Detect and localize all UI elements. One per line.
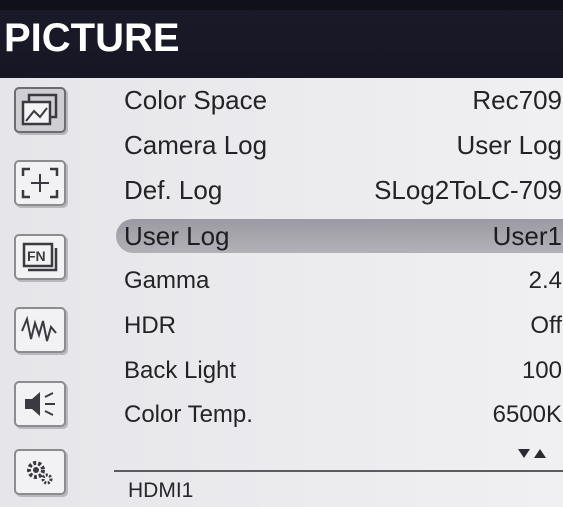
header-top-strip bbox=[0, 0, 563, 10]
sidebar-item-waveform[interactable] bbox=[14, 307, 66, 353]
menu-item-value: 100 bbox=[521, 357, 562, 384]
menu-item-value: 2.4 bbox=[528, 267, 562, 294]
sidebar-item-fn[interactable]: FN bbox=[14, 234, 66, 280]
menu-item-label: HDR bbox=[124, 312, 176, 339]
menu-item-label: Gamma bbox=[124, 267, 210, 294]
picture-icon bbox=[21, 93, 58, 126]
menu-item-gamma[interactable]: Gamma 2.4 bbox=[104, 259, 563, 303]
picture-menu-screen: PICTURE FN Color Space Rec709 Camera Log… bbox=[0, 0, 563, 507]
menu-item-hdr[interactable]: HDR Off bbox=[104, 304, 563, 348]
svg-text:FN: FN bbox=[27, 248, 46, 264]
settings-icon bbox=[27, 461, 53, 485]
sidebar-item-marker[interactable] bbox=[14, 160, 66, 206]
menu-item-label: Camera Log bbox=[124, 130, 268, 160]
footer-divider bbox=[114, 470, 563, 472]
menu-item-value: User1 bbox=[492, 221, 562, 251]
marker-frame-icon bbox=[21, 167, 59, 199]
menu-body: FN Color Space Rec709 Camera Log User Lo… bbox=[0, 78, 563, 507]
menu-item-label: Back Light bbox=[124, 357, 237, 384]
menu-item-label: User Log bbox=[124, 221, 230, 251]
input-source-label: HDMI1 bbox=[128, 479, 194, 502]
waveform-icon bbox=[21, 315, 57, 342]
sidebar-item-audio[interactable] bbox=[14, 381, 66, 427]
menu-item-color-space[interactable]: Color Space Rec709 bbox=[104, 78, 563, 122]
menu-item-label: Def. Log bbox=[124, 175, 223, 205]
menu-item-label: Color Temp. bbox=[124, 401, 253, 428]
menu-header: PICTURE bbox=[0, 0, 563, 78]
scroll-arrows-icon[interactable] bbox=[514, 446, 554, 460]
fn-icon: FN bbox=[22, 242, 58, 272]
menu-item-label: Color Space bbox=[124, 85, 268, 115]
menu-list: Color Space Rec709 Camera Log User Log D… bbox=[104, 78, 563, 468]
menu-item-camera-log[interactable]: Camera Log User Log bbox=[104, 123, 563, 167]
menu-title: PICTURE bbox=[4, 16, 180, 60]
menu-item-color-temp[interactable]: Color Temp. 6500K bbox=[104, 393, 563, 437]
sidebar: FN bbox=[0, 78, 104, 507]
sidebar-item-picture[interactable] bbox=[14, 87, 66, 133]
menu-item-user-log[interactable]: User Log User1 bbox=[104, 214, 563, 258]
menu-item-value: SLog2ToLC-709 bbox=[374, 175, 562, 205]
sidebar-item-settings[interactable] bbox=[14, 449, 66, 495]
menu-item-value: 6500K bbox=[492, 401, 562, 428]
menu-item-value: Rec709 bbox=[472, 85, 562, 115]
menu-item-value: Off bbox=[530, 312, 562, 339]
audio-icon bbox=[25, 392, 55, 416]
menu-item-def-log[interactable]: Def. Log SLog2ToLC-709 bbox=[104, 168, 563, 212]
menu-item-value: User Log bbox=[456, 130, 563, 160]
menu-item-back-light[interactable]: Back Light 100 bbox=[104, 349, 563, 393]
